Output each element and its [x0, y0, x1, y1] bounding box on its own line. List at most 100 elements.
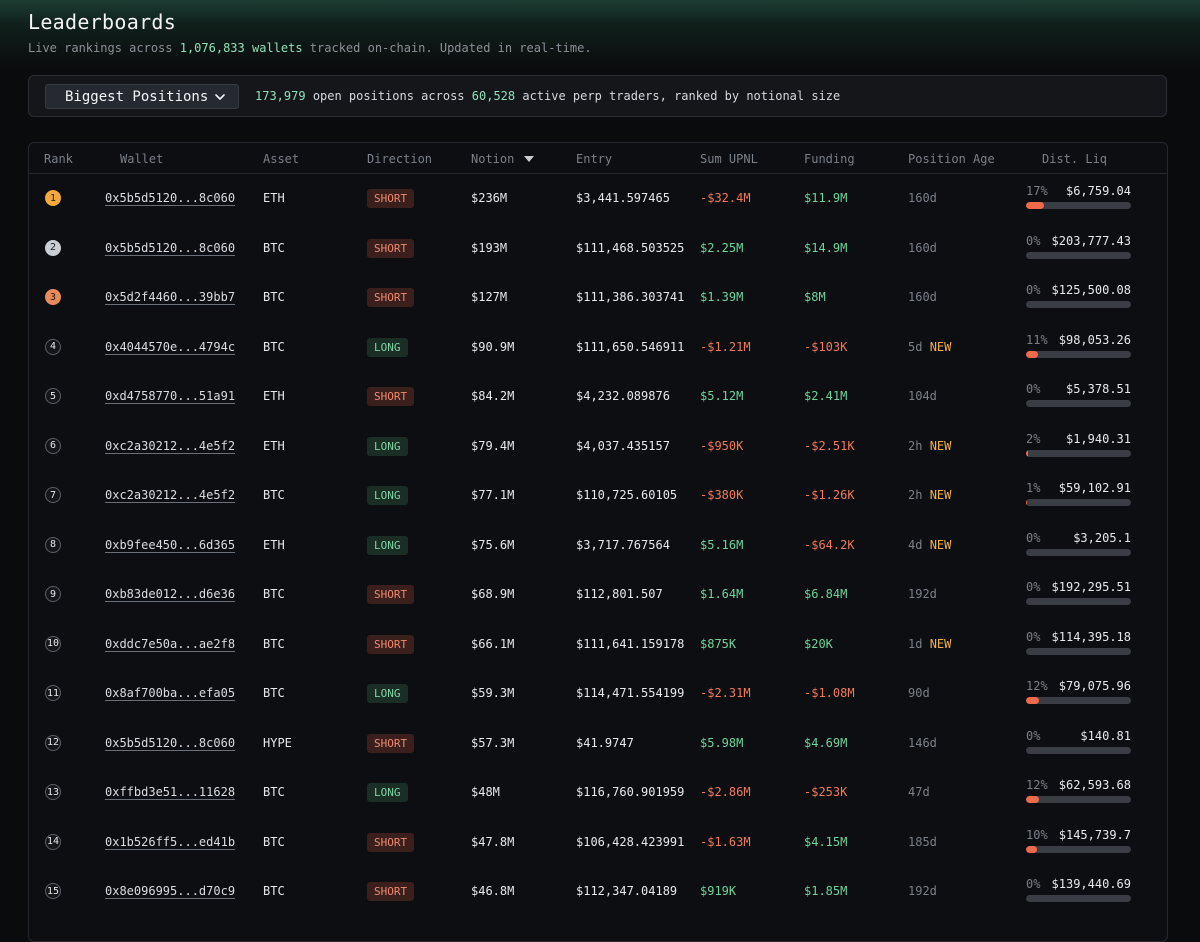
wallet-link[interactable]: 0x5b5d5120...8c060 [105, 736, 235, 750]
age-value: 47d [908, 785, 930, 799]
col-entry[interactable]: Entry [576, 152, 612, 166]
wallet-link[interactable]: 0xc2a30212...4e5f2 [105, 488, 235, 502]
asset: HYPE [263, 735, 292, 750]
table-row[interactable]: 7 0xc2a30212...4e5f2 BTC LONG $77.1M $110,725… [29, 471, 1167, 521]
wallet-link[interactable]: 0x4044570e...4794c [105, 340, 235, 354]
page-subtitle: Live rankings across 1,076,833 wallets t… [28, 40, 592, 56]
wallet-link[interactable]: 0xc2a30212...4e5f2 [105, 439, 235, 453]
table-row[interactable]: 13 0xffbd3e51...11628 BTC LONG $48M $116,760.… [29, 768, 1167, 818]
table-row[interactable]: 12 0x5b5d5120...8c060 HYPE SHORT $57.3M $41.9… [29, 719, 1167, 769]
rank-badge: 9 [45, 586, 61, 602]
liq-price: $140.81 [1080, 728, 1131, 743]
position-age: 160d [908, 241, 937, 255]
notional: $77.1M [471, 488, 515, 502]
col-asset[interactable]: Asset [263, 152, 299, 166]
table-row[interactable]: 8 0xb9fee450...6d365 ETH LONG $75.6M $3,717.7… [29, 521, 1167, 571]
wallet-link[interactable]: 0xd4758770...51a91 [105, 389, 235, 403]
filter-summary: 173,979 open positions across 60,528 act… [255, 89, 840, 103]
wallet-link[interactable]: 0x5b5d5120...8c060 [105, 191, 235, 205]
page-header: Leaderboards Live rankings across 1,076,… [28, 10, 592, 56]
col-direction[interactable]: Direction [367, 152, 432, 166]
notional: $47.8M [471, 834, 515, 849]
wallet-link[interactable]: 0x8af700ba...efa05 [105, 686, 235, 700]
rank-badge: 10 [45, 635, 61, 652]
wallet-link[interactable]: 0xffbd3e51...11628 [105, 785, 235, 799]
liq-percent: 11% [1026, 332, 1048, 347]
liq-price: $5,378.51 [1065, 382, 1131, 396]
liq-distance-bar [1026, 202, 1131, 209]
col-upnl[interactable]: Sum UPNL [700, 152, 758, 166]
table-row[interactable]: 3 0x5d2f4460...39bb7 BTC SHORT $127M $111,386… [29, 273, 1167, 323]
sum-upnl: -$1.21M [700, 339, 751, 354]
col-notional[interactable]: Notion [471, 152, 535, 166]
table-row[interactable]: 15 0x8e096995...d70c9 BTC SHORT $46.8M $112,3… [29, 867, 1167, 917]
wallet-link[interactable]: 0xb83de012...d6e36 [105, 587, 235, 601]
col-rank[interactable]: Rank [44, 152, 73, 166]
funding: $1.85M [804, 884, 848, 898]
notional: $68.9M [471, 587, 515, 601]
entry-price: $41.9747 [576, 735, 634, 750]
table-row[interactable]: 6 0xc2a30212...4e5f2 ETH LONG $79.4M $4,037.4… [29, 422, 1167, 472]
table-row[interactable]: 1 0x5b5d5120...8c060 ETH SHORT $236M $3,441.5… [29, 174, 1167, 224]
table-row[interactable]: 4 0x4044570e...4794c BTC LONG $90.9M $111,650… [29, 323, 1167, 373]
funding: $4.69M [804, 735, 848, 750]
table-row[interactable]: 2 0x5b5d5120...8c060 BTC SHORT $193M $111,468… [29, 224, 1167, 274]
entry-price: $3,717.767564 [576, 537, 670, 552]
table-header: Rank Wallet Asset Direction Notion Entry… [29, 143, 1167, 174]
wallet-link[interactable]: 0x8e096995...d70c9 [105, 884, 235, 898]
chevron-down-icon [215, 94, 225, 100]
sum-upnl: -$1.63M [700, 834, 751, 849]
liq-distance-fill [1026, 796, 1039, 803]
age-value: 160d [908, 290, 937, 304]
entry-price: $114,471.554199 [576, 686, 685, 700]
notional: $236M [471, 191, 508, 205]
col-dist-liq[interactable]: Dist. Liq [1042, 152, 1107, 166]
age-value: 4d [908, 537, 923, 552]
liq-percent: 2% [1026, 431, 1041, 446]
table-row[interactable]: 5 0xd4758770...51a91 ETH SHORT $84.2M $4,232.… [29, 372, 1167, 422]
wallet-link[interactable]: 0x1b526ff5...ed41b [105, 835, 235, 849]
liq-price: $1,940.31 [1065, 431, 1131, 446]
position-age: 160d [908, 290, 937, 304]
table-row[interactable]: 10 0xddc7e50a...ae2f8 BTC SHORT $66.1M $111,6… [29, 620, 1167, 670]
liq-price: $6,759.04 [1065, 184, 1131, 198]
position-age: 185d [908, 835, 937, 849]
direction-badge: SHORT [367, 733, 415, 753]
funding: -$1.26K [804, 488, 855, 502]
position-age: 192d [908, 884, 937, 898]
table-row[interactable]: 14 0x1b526ff5...ed41b BTC SHORT $47.8M $106,4… [29, 818, 1167, 868]
col-funding[interactable]: Funding [804, 152, 855, 166]
sum-upnl: $5.12M [700, 389, 744, 403]
sum-upnl: $5.16M [700, 537, 744, 552]
wallet-link[interactable]: 0xb9fee450...6d365 [105, 538, 235, 552]
liq-distance-bar [1026, 301, 1131, 308]
notional: $90.9M [471, 339, 515, 354]
asset: BTC [263, 834, 285, 849]
rank-badge: 6 [45, 437, 61, 454]
liq-percent: 1% [1026, 481, 1041, 495]
wallet-link[interactable]: 0x5d2f4460...39bb7 [105, 290, 235, 304]
table-row[interactable]: 11 0x8af700ba...efa05 BTC LONG $59.3M $114,47… [29, 669, 1167, 719]
direction-badge: SHORT [367, 288, 415, 307]
funding: $14.9M [804, 240, 848, 255]
liq-distance-bar [1026, 548, 1131, 556]
liq-distance-fill [1026, 845, 1037, 853]
age-value: 192d [908, 587, 937, 601]
notional: $57.3M [471, 735, 515, 750]
direction-badge: LONG [367, 535, 408, 555]
funding: -$253K [804, 785, 848, 799]
leaderboard-type-dropdown[interactable]: Biggest Positions [45, 84, 239, 109]
col-wallet[interactable]: Wallet [120, 152, 163, 166]
liq-price: $114,395.18 [1051, 629, 1131, 644]
sum-upnl: $2.25M [700, 240, 744, 255]
col-position-age[interactable]: Position Age [908, 152, 995, 166]
liq-percent: 0% [1026, 580, 1041, 594]
asset: BTC [263, 686, 285, 700]
wallet-link[interactable]: 0x5b5d5120...8c060 [105, 241, 235, 255]
wallet-link[interactable]: 0xddc7e50a...ae2f8 [105, 637, 235, 651]
position-age: 47d [908, 785, 930, 799]
rank-badge: 15 [45, 883, 61, 899]
asset: BTC [263, 785, 285, 799]
table-row[interactable]: 9 0xb83de012...d6e36 BTC SHORT $68.9M $112,80… [29, 570, 1167, 620]
rank-badge: 11 [45, 685, 61, 701]
